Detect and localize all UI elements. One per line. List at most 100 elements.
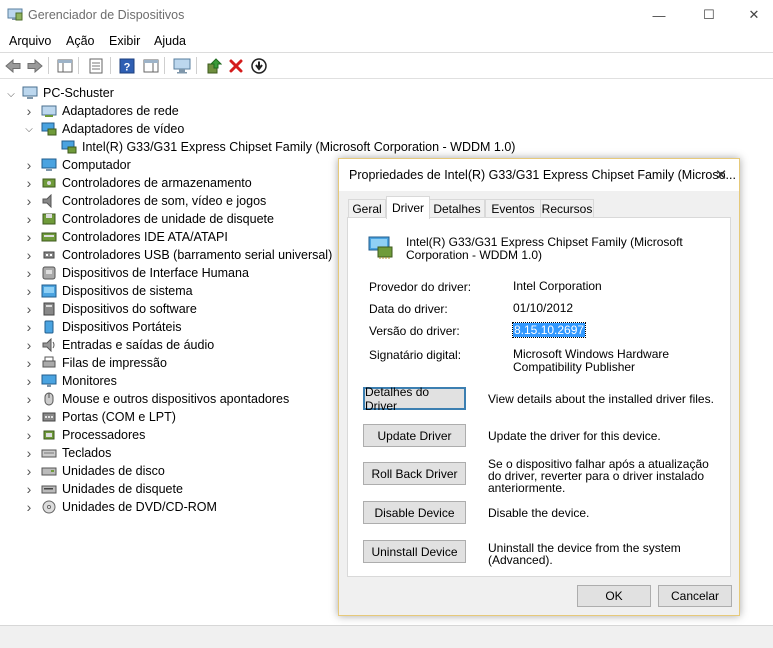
tree-category[interactable]: Processadores	[41, 426, 145, 444]
chevron-right-icon[interactable]: ›	[24, 463, 34, 479]
menu-exibir[interactable]: Exibir	[109, 34, 140, 48]
chevron-right-icon[interactable]: ›	[24, 175, 34, 191]
chevron-right-icon[interactable]: ›	[24, 499, 34, 515]
tree-category[interactable]: Controladores de armazenamento	[41, 174, 252, 192]
cancel-button[interactable]: Cancelar	[658, 585, 732, 607]
chevron-right-icon[interactable]: ›	[24, 481, 34, 497]
ide-controller-icon	[41, 232, 57, 242]
mouse-icon	[44, 392, 54, 406]
tree-category[interactable]: Portas (COM e LPT)	[41, 408, 176, 426]
chevron-down-icon[interactable]: ⌵	[6, 89, 16, 100]
tree-category[interactable]: Entradas e saídas de áudio	[41, 336, 214, 354]
tree-category[interactable]: Monitores	[41, 372, 117, 390]
tree-category[interactable]: Dispositivos Portáteis	[41, 318, 182, 336]
tree-category[interactable]: Dispositivos do software	[41, 300, 197, 318]
tree-category-label: Mouse e outros dispositivos apontadores	[62, 392, 290, 406]
tree-category-label: Controladores USB (barramento serial uni…	[62, 248, 333, 262]
chevron-right-icon[interactable]: ›	[24, 103, 34, 119]
roll-back-driver-button[interactable]: Roll Back Driver	[363, 462, 466, 485]
action-pane-icon[interactable]	[141, 56, 160, 75]
scan-hardware-icon[interactable]	[172, 56, 191, 75]
dvd-drive-icon	[42, 500, 56, 514]
tree-category-label: Unidades de DVD/CD-ROM	[62, 500, 217, 514]
tree-category-label: Dispositivos de Interface Humana	[62, 266, 249, 280]
chevron-right-icon[interactable]: ›	[24, 229, 34, 245]
floppy-drive-icon	[41, 485, 57, 494]
tab-detalhes[interactable]: Detalhes	[429, 199, 485, 218]
chevron-right-icon[interactable]: ›	[24, 157, 34, 173]
tree-category[interactable]: Controladores de unidade de disquete	[41, 210, 274, 228]
sound-icon	[42, 194, 52, 208]
chevron-right-icon[interactable]: ›	[24, 283, 34, 299]
tree-category[interactable]: Unidades de DVD/CD-ROM	[41, 498, 217, 516]
chevron-right-icon[interactable]: ›	[24, 193, 34, 209]
disable-device-button[interactable]: Disable Device	[363, 501, 466, 524]
tree-category[interactable]: Dispositivos de sistema	[41, 282, 193, 300]
chevron-right-icon[interactable]: ›	[24, 319, 34, 335]
tree-category[interactable]: Filas de impressão	[41, 354, 167, 372]
disable-device-icon[interactable]	[249, 56, 268, 75]
properties-icon[interactable]	[86, 56, 105, 75]
help-icon[interactable]: ?	[117, 56, 136, 75]
show-hide-console-tree-icon[interactable]	[55, 56, 74, 75]
menu-acao[interactable]: Ação	[66, 34, 95, 48]
tree-category[interactable]: Teclados	[41, 444, 111, 462]
display-adapter-icon	[41, 122, 57, 136]
forward-arrow-icon[interactable]	[25, 56, 44, 75]
tree-category-label: Dispositivos de sistema	[62, 284, 193, 298]
minimize-button[interactable]: —	[636, 0, 682, 30]
chevron-right-icon[interactable]: ›	[24, 301, 34, 317]
chevron-right-icon[interactable]: ›	[24, 211, 34, 227]
tree-category[interactable]: Controladores IDE ATA/ATAPI	[41, 228, 228, 246]
close-button[interactable]: ✕	[731, 0, 773, 30]
tree-category[interactable]: Controladores USB (barramento serial uni…	[41, 246, 332, 264]
tree-category[interactable]: Unidades de disquete	[41, 480, 183, 498]
chevron-right-icon[interactable]: ›	[24, 337, 34, 353]
uninstall-device-button[interactable]: Uninstall Device	[363, 540, 466, 563]
update-driver-icon[interactable]	[204, 56, 223, 75]
display-adapter-icon	[368, 236, 393, 259]
maximize-button[interactable]: ☐	[686, 0, 732, 30]
driver-details-button[interactable]: Detalhes do Driver	[363, 385, 466, 413]
tab-eventos[interactable]: Eventos	[485, 199, 541, 218]
chevron-right-icon[interactable]: ›	[24, 391, 34, 407]
tree-category-label: Adaptadores de vídeo	[62, 122, 185, 136]
ok-button[interactable]: OK	[577, 585, 651, 607]
tab-recursos[interactable]: Recursos	[540, 199, 594, 218]
tree-category[interactable]: Adaptadores de vídeo	[41, 120, 184, 138]
prop-value-version[interactable]: 8.15.10.2697	[511, 322, 587, 338]
tree-device[interactable]: Intel(R) G33/G31 Express Chipset Family …	[61, 138, 515, 156]
prop-label-version: Versão do driver:	[369, 324, 460, 338]
portable-device-icon	[44, 320, 54, 334]
tree-category[interactable]: Computador	[41, 156, 131, 174]
dialog-close-icon[interactable]: ✕	[709, 163, 733, 187]
tree-category[interactable]: Unidades de disco	[41, 462, 165, 480]
back-arrow-icon[interactable]	[3, 56, 22, 75]
tree-category[interactable]: Controladores de som, vídeo e jogos	[41, 192, 266, 210]
chevron-right-icon[interactable]: ›	[24, 409, 34, 425]
driver-tab-panel: Intel(R) G33/G31 Express Chipset Family …	[347, 217, 731, 577]
software-device-icon	[43, 302, 55, 316]
tree-category-label: Controladores de armazenamento	[62, 176, 252, 190]
uninstall-x-icon[interactable]	[226, 56, 245, 75]
tree-category[interactable]: Mouse e outros dispositivos apontadores	[41, 390, 289, 408]
system-device-icon	[41, 284, 57, 298]
status-bar	[0, 625, 773, 648]
uninstall-device-desc: Uninstall the device from the system (Ad…	[488, 541, 681, 567]
chevron-right-icon[interactable]: ›	[24, 427, 34, 443]
tree-root[interactable]: PC-Schuster	[22, 84, 114, 102]
menu-arquivo[interactable]: Arquivo	[9, 34, 51, 48]
chevron-down-icon[interactable]: ⌵	[24, 124, 34, 135]
update-driver-button[interactable]: Update Driver	[363, 424, 466, 447]
tree-category[interactable]: Adaptadores de rede	[41, 102, 179, 120]
chevron-right-icon[interactable]: ›	[24, 445, 34, 461]
chevron-right-icon[interactable]: ›	[24, 265, 34, 281]
chevron-right-icon[interactable]: ›	[24, 247, 34, 263]
window-title: Gerenciador de Dispositivos	[28, 8, 185, 22]
tab-geral[interactable]: Geral	[348, 199, 386, 218]
tab-driver[interactable]: Driver	[386, 196, 430, 219]
chevron-right-icon[interactable]: ›	[24, 355, 34, 371]
tree-category[interactable]: Dispositivos de Interface Humana	[41, 264, 249, 282]
chevron-right-icon[interactable]: ›	[24, 373, 34, 389]
menu-ajuda[interactable]: Ajuda	[154, 34, 186, 48]
